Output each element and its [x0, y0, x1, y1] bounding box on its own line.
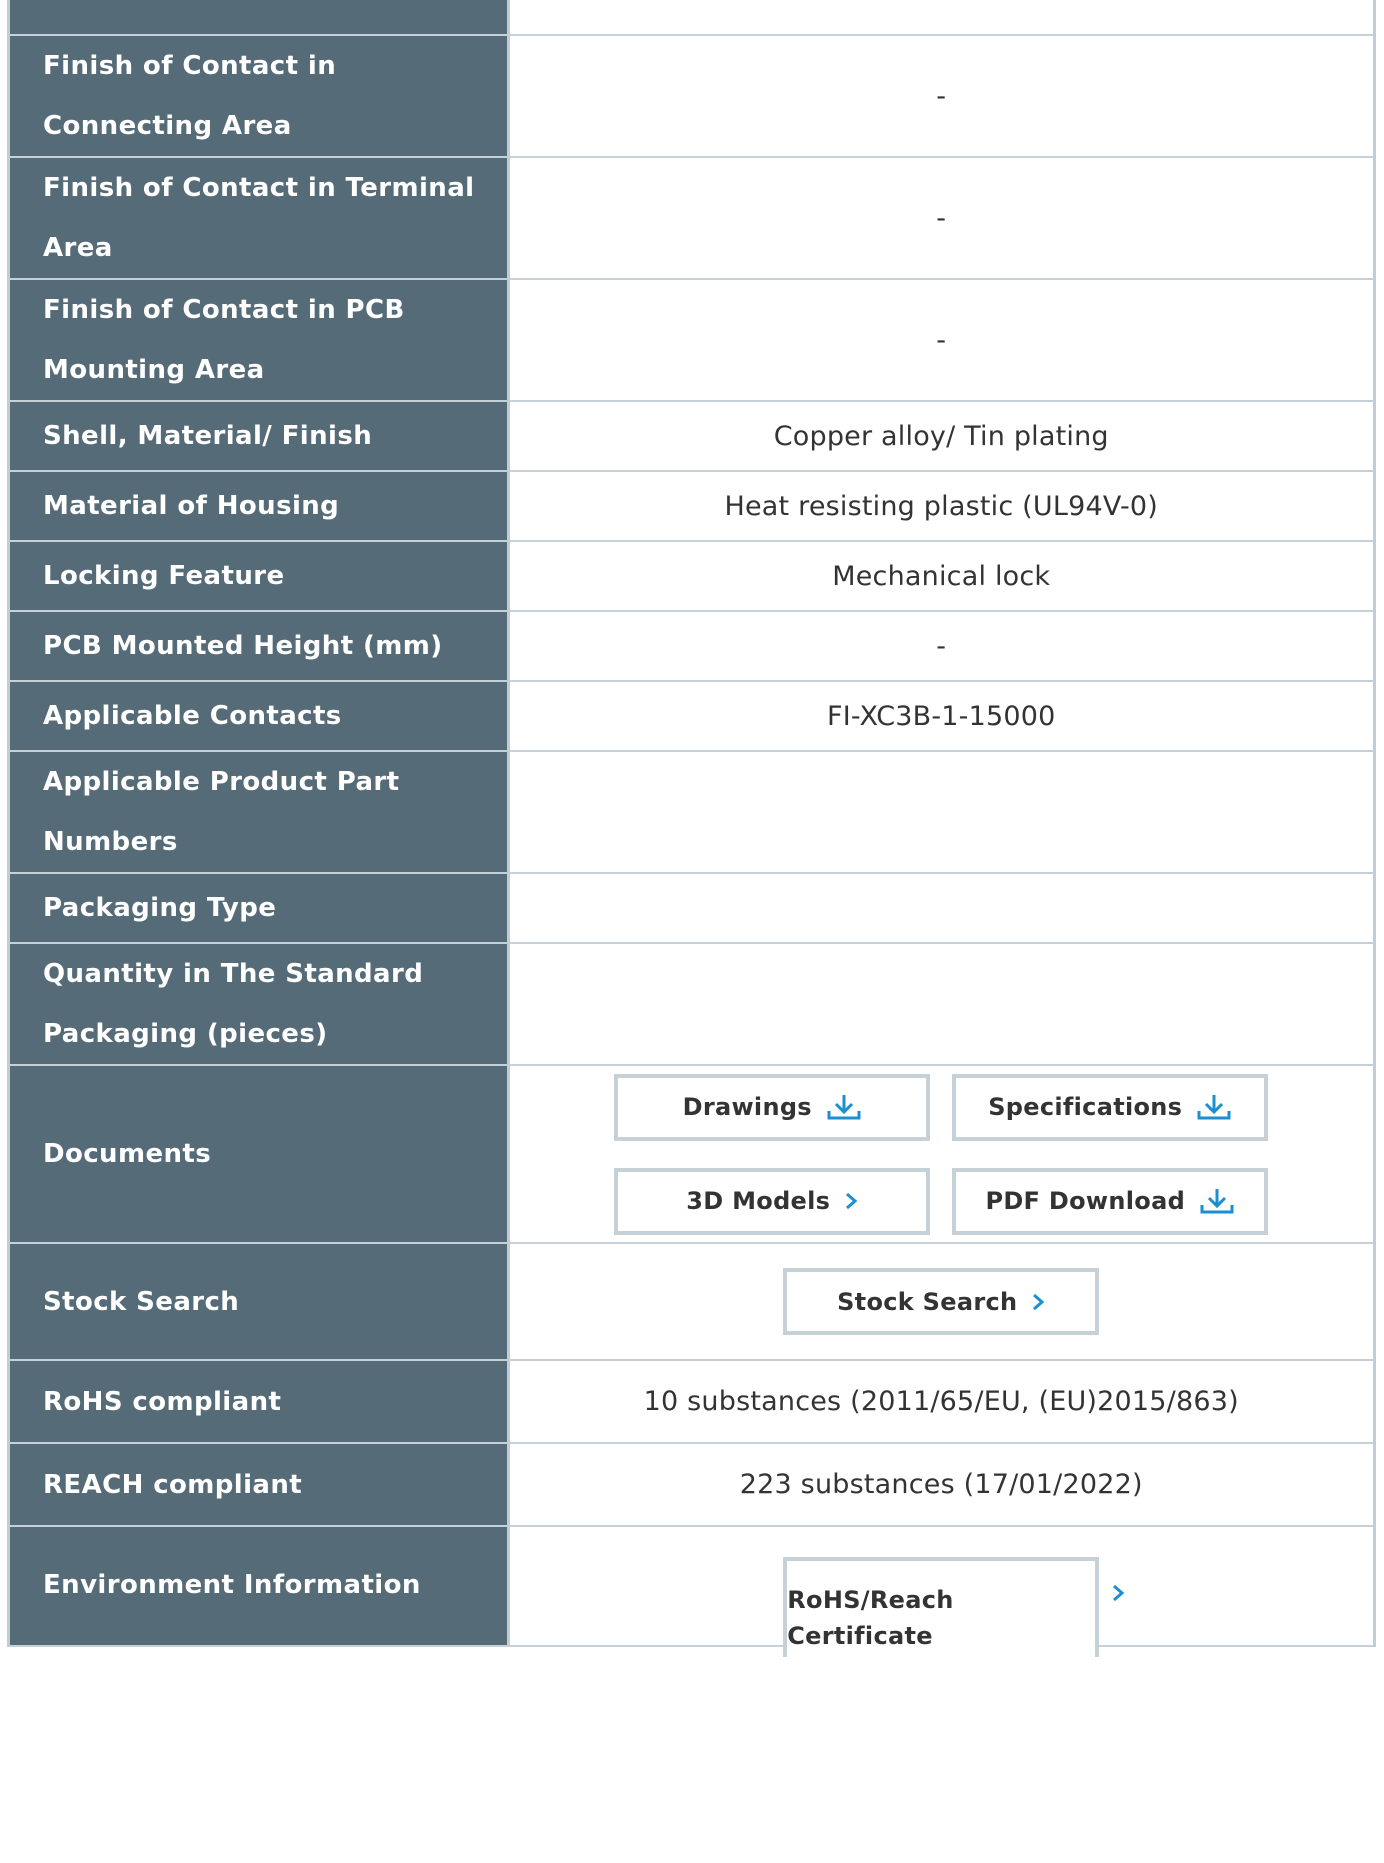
table-row: REACH compliant 223 substances (17/01/20… [10, 1443, 1373, 1527]
row-label: RoHS compliant [10, 1360, 510, 1444]
specifications-button[interactable]: Specifications [952, 1073, 1269, 1141]
table-row: PCB Mounted Height (mm) - [10, 611, 1373, 682]
row-value: 223 substances (17/01/2022) [508, 1443, 1373, 1527]
row-label: Packaging Type [10, 873, 510, 944]
row-label: Documents [10, 1065, 510, 1244]
table-row [10, 0, 1373, 36]
row-value [508, 0, 1373, 36]
row-label: Shell, Material/ Finish [10, 401, 510, 472]
table-row: Shell, Material/ Finish Copper alloy/ Ti… [10, 401, 1373, 472]
row-value: FI-XC3B-1-15000 [508, 681, 1373, 752]
row-value [508, 943, 1373, 1066]
drawings-button-label: Drawings [682, 1093, 812, 1121]
row-label: PCB Mounted Height (mm) [10, 611, 510, 682]
pdf-download-button-label: PDF Download [985, 1187, 1186, 1215]
3d-models-button[interactable]: 3D Models [614, 1167, 931, 1235]
table-row: Finish of Contact in PCB Mounting Area - [10, 279, 1373, 402]
row-value [508, 751, 1373, 874]
row-label: Finish of Contact in PCB Mounting Area [10, 279, 510, 402]
environment-cell: RoHS/Reach Certificate [508, 1526, 1373, 1657]
chevron-right-icon [844, 1191, 858, 1211]
row-value: Heat resisting plastic (UL94V-0) [508, 471, 1373, 542]
chevron-right-icon [1111, 1583, 1125, 1603]
table-row: Quantity in The Standard Packaging (piec… [10, 943, 1373, 1066]
table-row: Documents Drawings Specifications 3D Mod… [10, 1065, 1374, 1244]
row-value [508, 873, 1373, 944]
table-row: Locking Feature Mechanical lock [10, 541, 1373, 612]
row-value: - [508, 279, 1373, 402]
rohs-reach-label-line2: Certificate [787, 1622, 933, 1650]
row-label: Locking Feature [10, 541, 510, 612]
spec-table: Finish of Contact in Connecting Area - F… [10, 0, 1374, 1657]
rohs-reach-label-line1: RoHS/Reach [787, 1586, 954, 1614]
row-label: Finish of Contact in Connecting Area [10, 35, 510, 158]
chevron-right-icon [1031, 1292, 1045, 1312]
row-label: Finish of Contact in Terminal Area [10, 157, 510, 280]
documents-cell: Drawings Specifications 3D Models PDF Do… [508, 1065, 1374, 1244]
row-value: 10 substances (2011/65/EU, (EU)2015/863) [508, 1360, 1373, 1444]
table-row: Packaging Type [10, 873, 1373, 944]
row-label: Environment Information [10, 1526, 510, 1647]
table-row: Applicable Contacts FI-XC3B-1-15000 [10, 681, 1373, 752]
documents-button-grid: Drawings Specifications 3D Models PDF Do… [510, 1073, 1374, 1235]
table-row: Applicable Product Part Numbers [10, 751, 1373, 874]
row-value: - [508, 611, 1373, 682]
stock-search-button-label: Stock Search [837, 1287, 1018, 1316]
table-row: RoHS compliant 10 substances (2011/65/EU… [10, 1360, 1373, 1444]
specifications-button-label: Specifications [988, 1093, 1183, 1121]
row-label: REACH compliant [10, 1443, 510, 1527]
drawings-button[interactable]: Drawings [614, 1073, 931, 1141]
table-row: Stock Search Stock Search [10, 1243, 1373, 1361]
download-icon [1199, 1186, 1235, 1216]
stock-search-cell: Stock Search [508, 1243, 1373, 1361]
row-label: Applicable Product Part Numbers [10, 751, 510, 874]
row-label: Quantity in The Standard Packaging (piec… [10, 943, 510, 1066]
row-value: - [508, 35, 1373, 158]
row-label [10, 0, 510, 36]
spec-table-container: Finish of Contact in Connecting Area - F… [7, 0, 1376, 1657]
stock-search-button[interactable]: Stock Search [783, 1268, 1100, 1335]
download-icon [1196, 1092, 1232, 1122]
pdf-download-button[interactable]: PDF Download [952, 1167, 1269, 1235]
row-value: Copper alloy/ Tin plating [508, 401, 1373, 472]
row-label: Material of Housing [10, 471, 510, 542]
row-label: Stock Search [10, 1243, 510, 1361]
download-icon [826, 1092, 862, 1122]
table-row: Environment Information RoHS/Reach Certi… [10, 1526, 1373, 1657]
table-row: Material of Housing Heat resisting plast… [10, 471, 1373, 542]
table-row: Finish of Contact in Connecting Area - [10, 35, 1373, 158]
row-value: Mechanical lock [508, 541, 1373, 612]
3d-models-button-label: 3D Models [686, 1187, 831, 1215]
rohs-reach-certificate-button[interactable]: RoHS/Reach Certificate [783, 1557, 1100, 1657]
row-value: - [508, 157, 1373, 280]
row-label: Applicable Contacts [10, 681, 510, 752]
table-row: Finish of Contact in Terminal Area - [10, 157, 1373, 280]
environment-button-wrap: RoHS/Reach Certificate [783, 1557, 1125, 1657]
